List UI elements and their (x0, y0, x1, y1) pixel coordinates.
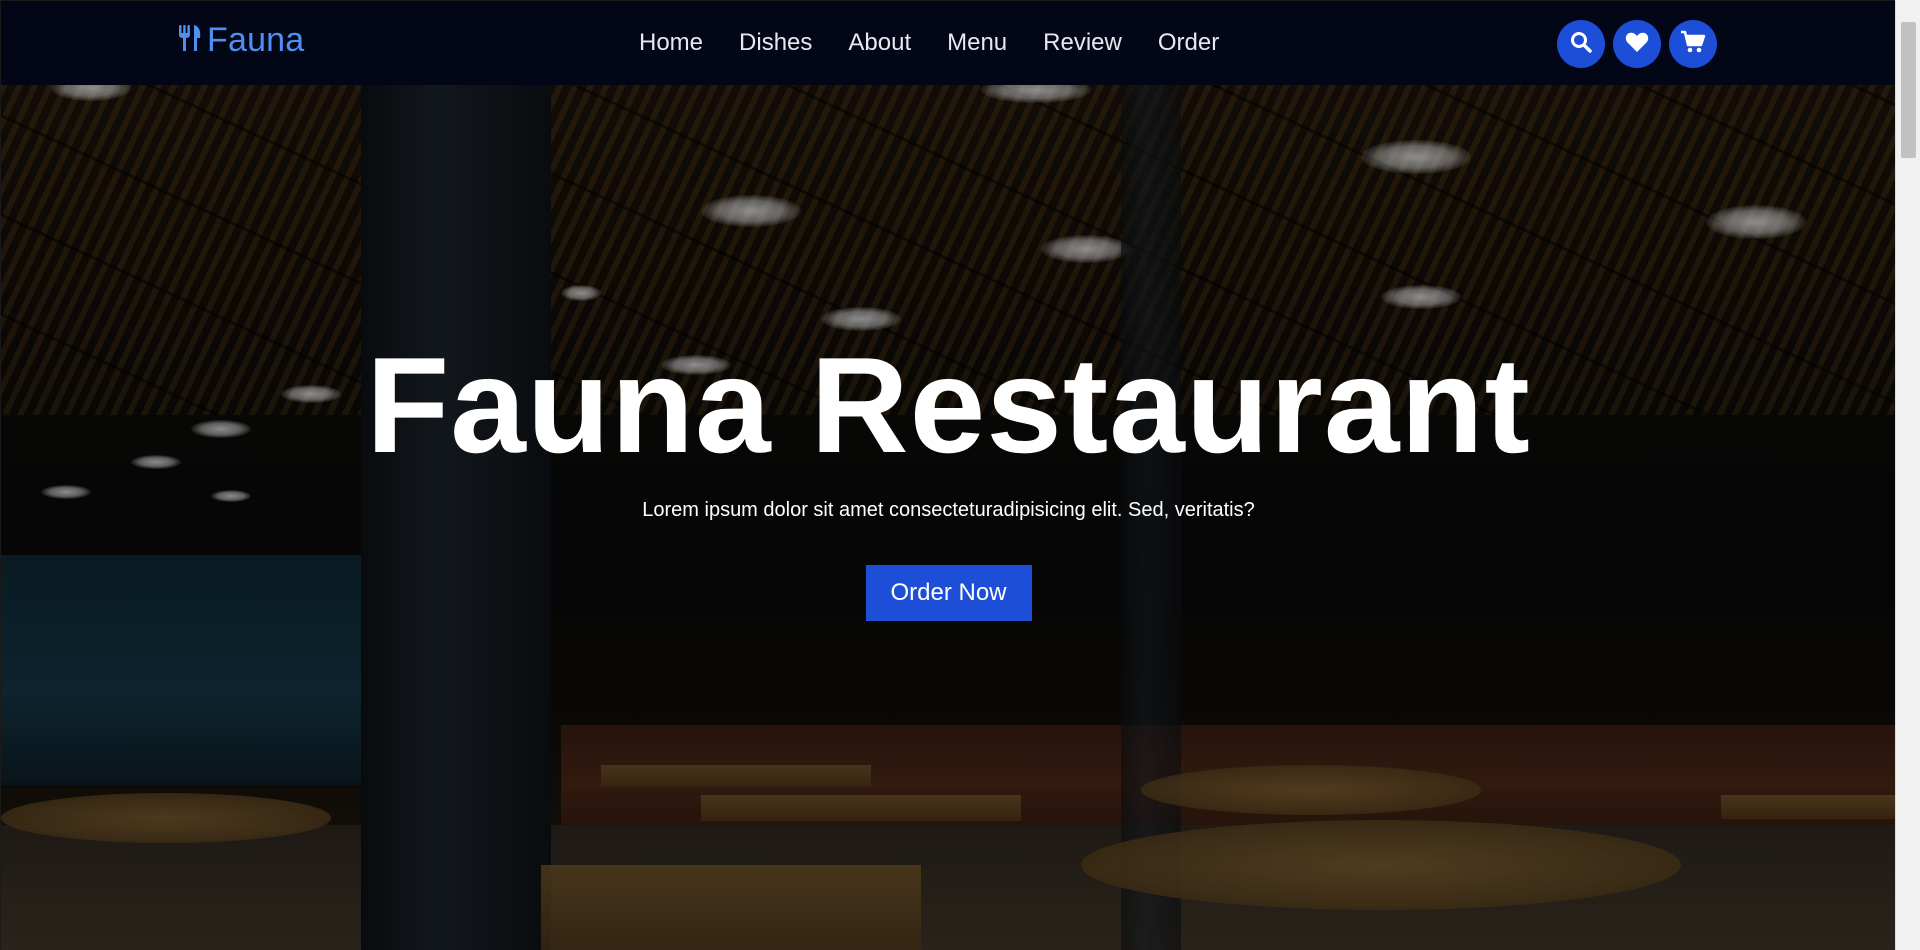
hero-content: Fauna Restaurant Lorem ipsum dolor sit a… (1, 85, 1895, 950)
main-nav: Home Dishes About Menu Review Order (639, 27, 1219, 59)
search-icon (1569, 30, 1593, 59)
favorites-button[interactable] (1613, 20, 1661, 68)
nav-link-about[interactable]: About (848, 27, 911, 59)
cart-button[interactable] (1669, 20, 1717, 68)
nav-link-menu[interactable]: Menu (947, 27, 1007, 59)
browser-viewport: Fauna Home Dishes About Menu Review Orde… (0, 0, 1895, 950)
nav-link-order[interactable]: Order (1158, 27, 1219, 59)
nav-link-review[interactable]: Review (1043, 27, 1122, 59)
utensils-icon (177, 23, 203, 58)
hero-subtitle: Lorem ipsum dolor sit amet consecteturad… (642, 499, 1255, 521)
nav-link-home[interactable]: Home (639, 27, 703, 59)
scrollbar-thumb[interactable] (1901, 22, 1916, 158)
page-scrollbar[interactable] (1895, 0, 1920, 950)
heart-icon (1625, 31, 1649, 58)
hero-section: Fauna Restaurant Lorem ipsum dolor sit a… (1, 85, 1895, 950)
header-icon-group (1557, 20, 1717, 68)
site-header: Fauna Home Dishes About Menu Review Orde… (1, 1, 1895, 85)
brand-logo[interactable]: Fauna (177, 21, 304, 60)
brand-name: Fauna (207, 21, 305, 59)
search-button[interactable] (1557, 20, 1605, 68)
order-now-button[interactable]: Order Now (865, 565, 1032, 621)
cart-icon (1680, 30, 1706, 59)
nav-link-dishes[interactable]: Dishes (739, 27, 812, 59)
hero-title: Fauna Restaurant (366, 329, 1531, 481)
